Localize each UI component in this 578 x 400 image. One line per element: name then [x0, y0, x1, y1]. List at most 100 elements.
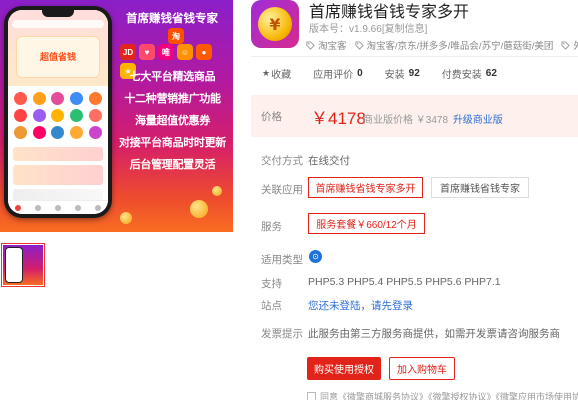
thumbnail-phone	[5, 247, 23, 283]
delivery-value: 在线交付	[308, 155, 350, 167]
star-icon: ★	[262, 68, 271, 78]
installs-value: 92	[408, 68, 420, 79]
agreement-checkbox[interactable]	[307, 392, 316, 400]
yuan-coin-icon: ¥	[258, 7, 292, 41]
tag-label: 淘宝客/京东/拼多多/唯品会/苏宁/蘑菇街/美团	[366, 41, 554, 52]
banner-feature: 后台管理配置灵活	[129, 158, 216, 171]
paid-installs-stat: 付费安装 62	[442, 66, 497, 81]
category-icon	[32, 126, 46, 139]
upgrade-business-link[interactable]: 升级商业版	[453, 115, 503, 126]
tag-icon	[354, 40, 364, 50]
delivery-label: 交付方式	[261, 155, 303, 167]
login-link[interactable]: 请先登录	[371, 300, 413, 312]
tag-item[interactable]: 外卖	[561, 38, 578, 52]
thumbnail-image	[3, 245, 43, 285]
rating-stat: 应用评价 0	[313, 66, 363, 81]
tag-icon	[306, 40, 315, 50]
category-icon	[88, 126, 102, 139]
copy-info-link[interactable]: [复制信息]	[382, 24, 428, 35]
paid-installs-label: 付费安装	[441, 70, 482, 81]
site-label: 站点	[261, 300, 282, 312]
tag-item[interactable]: 淘宝客/京东/拼多多/唯品会/苏宁/蘑菇街/美团	[354, 38, 554, 52]
buy-license-button[interactable]: 购买使用授权	[307, 357, 381, 380]
support-value: PHP5.3 PHP5.4 PHP5.5 PHP5.6 PHP7.1	[308, 276, 501, 288]
tag-label: 外卖	[573, 38, 578, 52]
rating-value: 0	[357, 68, 363, 79]
nav-dot-icon	[95, 204, 101, 211]
tag-item[interactable]: 淘宝客	[306, 38, 347, 52]
vip-logo-icon: 唯	[158, 44, 174, 60]
category-icon	[88, 92, 102, 105]
banner-feature: 十二种营销推广功能	[124, 92, 221, 105]
nav-dot-icon	[55, 204, 61, 211]
app-tags: 淘宝客 淘宝客/京东/拼多多/唯品会/苏宁/蘑菇街/美团 外卖	[306, 38, 578, 52]
banner-feature: 七大平台精选商品	[129, 70, 216, 83]
circle-logo-icon: ●	[196, 44, 212, 60]
jd-logo-icon: JD	[120, 44, 136, 60]
agreement-text[interactable]: 同意《微擎商城服务协议》《微擎授权协议》《微擎应用市场使用协议》	[320, 390, 578, 400]
tag-icon	[561, 40, 571, 50]
business-price-text: 商业版价格 ￥3478	[363, 115, 449, 126]
product-banner-image: 超值省钱 首席赚钱省钱专家 淘 JD ♥ 唯 ☺ ● ★ 七大平台精选商品 十二…	[0, 0, 233, 232]
category-icon	[14, 92, 28, 105]
coin-decoration	[212, 186, 222, 196]
heart-logo-icon: ♥	[139, 44, 155, 60]
phone-screen: 超值省钱	[8, 10, 108, 214]
divider	[251, 56, 578, 57]
favorite-button[interactable]: ★ 收藏	[262, 66, 291, 81]
nav-dot-icon	[75, 204, 81, 211]
agreement-row: 同意《微擎商城服务协议》《微擎授权协议》《微擎应用市场使用协议》	[307, 390, 578, 400]
related-apps-label: 关联应用	[261, 184, 303, 196]
phone-content-row	[13, 147, 103, 161]
phone-mockup: 超值省钱	[4, 6, 112, 218]
app-title: 首席赚钱省钱专家多开	[309, 2, 470, 21]
app-version: 版本号：v1.9.66[复制信息]	[309, 20, 427, 35]
price-label: 价格	[261, 111, 282, 123]
phone-promo-card: 超值省钱	[16, 36, 100, 78]
login-status-text: 您还未登陆，	[308, 300, 371, 312]
app-icon: ¥	[251, 0, 299, 48]
phone-search-bar	[12, 20, 104, 28]
category-icon	[70, 92, 84, 105]
gallery-thumbnail[interactable]	[1, 243, 45, 287]
platform-type-label: 适用类型	[261, 254, 303, 266]
category-icon	[51, 126, 65, 139]
category-icon	[70, 126, 84, 139]
service-label: 服务	[261, 221, 282, 233]
banner-title: 首席赚钱省钱专家	[126, 11, 218, 25]
phone-category-grid	[8, 86, 108, 143]
coin-decoration	[120, 212, 132, 224]
category-icon	[14, 109, 28, 122]
rating-label: 应用评价	[313, 70, 354, 81]
tag-label: 淘宝客	[318, 41, 347, 52]
favorite-label: 收藏	[271, 70, 292, 81]
category-icon	[32, 109, 46, 122]
taobao-logo-icon: 淘	[168, 28, 184, 44]
smile-logo-icon: ☺	[177, 44, 193, 60]
service-package-option[interactable]: 服务套餐￥660/12个月	[308, 213, 425, 234]
category-icon	[51, 109, 65, 122]
coin-decoration	[190, 200, 208, 218]
banner-feature-list: 七大平台精选商品 十二种营销推广功能 海量超值优惠券 对接平台商品时时更新 后台…	[112, 66, 233, 176]
nav-dot-icon	[35, 204, 41, 211]
invoice-value: 此服务由第三方服务商提供，如需开发票请咨询服务商	[308, 328, 560, 340]
category-icon	[88, 109, 102, 122]
price-value: ￥4178	[311, 109, 366, 128]
banner-feature: 对接平台商品时时更新	[119, 136, 226, 149]
category-icon	[70, 109, 84, 122]
category-icon	[51, 92, 65, 105]
invoice-label: 发票提示	[261, 328, 303, 340]
app-stats: ★ 收藏 应用评价 0 安装 92 付费安装 62	[262, 66, 519, 81]
phone-screen-header: 超值省钱	[8, 10, 108, 86]
phone-content-row	[13, 165, 103, 185]
category-icon	[14, 126, 28, 139]
wechat-platform-icon: ⊙	[309, 250, 322, 263]
support-label: 支持	[261, 278, 282, 290]
price-box: 价格 ￥4178 商业版价格 ￥3478 升级商业版	[251, 95, 578, 137]
related-app-option-single[interactable]: 首席赚钱省钱专家	[431, 177, 529, 198]
nav-dot-icon	[15, 204, 21, 211]
related-app-option-multi[interactable]: 首席赚钱省钱专家多开	[308, 177, 423, 198]
installs-label: 安装	[384, 70, 405, 81]
phone-notch	[42, 10, 74, 17]
add-to-cart-button[interactable]: 加入购物车	[389, 357, 455, 380]
